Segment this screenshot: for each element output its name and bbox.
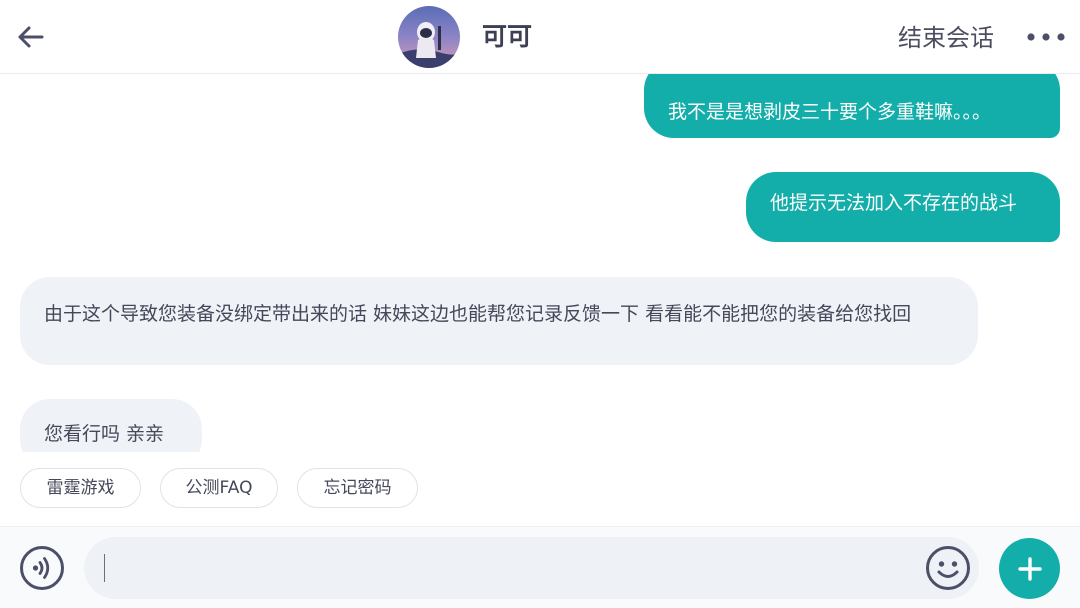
message-incoming: 您看行吗 亲亲 (20, 399, 202, 452)
input-bar (0, 526, 1080, 608)
more-dots-icon (1027, 33, 1065, 41)
add-button[interactable] (999, 538, 1060, 599)
message-outgoing: 他提示无法加入不存在的战斗 (746, 172, 1060, 242)
chat-header: 可可 结束会话 (0, 0, 1080, 74)
message-input[interactable] (84, 537, 979, 599)
voice-button[interactable] (19, 545, 65, 591)
back-button[interactable] (10, 17, 50, 57)
message-list[interactable]: 我不是是想剥皮三十要个多重鞋嘛。。。 他提示无法加入不存在的战斗 由于这个导致您… (0, 74, 1080, 452)
quick-replies: 雷霆游戏 公测FAQ 忘记密码 (0, 452, 1080, 526)
quick-reply-chip[interactable]: 忘记密码 (297, 468, 418, 508)
more-button[interactable] (1024, 22, 1068, 52)
message-incoming: 由于这个导致您装备没绑定带出来的话 妹妹这边也能帮您记录反馈一下 看看能不能把您… (20, 277, 978, 365)
voice-icon (20, 546, 64, 590)
plus-icon (1017, 556, 1042, 581)
contact-name: 可可 (482, 22, 533, 51)
avatar[interactable] (398, 6, 460, 68)
avatar-image (398, 6, 460, 68)
end-chat-button[interactable]: 结束会话 (898, 22, 994, 54)
emoji-button[interactable] (925, 545, 971, 591)
quick-reply-chip[interactable]: 公测FAQ (160, 468, 278, 508)
text-caret (104, 554, 105, 582)
message-outgoing: 我不是是想剥皮三十要个多重鞋嘛。。。 (644, 74, 1060, 138)
chat-app: 可可 结束会话 我不是是想剥皮三十要个多重鞋嘛。。。 他提示无法加入不存在的战斗… (0, 0, 1080, 608)
arrow-left-icon (18, 26, 44, 48)
quick-reply-chip[interactable]: 雷霆游戏 (20, 468, 141, 508)
emoji-icon (926, 546, 970, 590)
